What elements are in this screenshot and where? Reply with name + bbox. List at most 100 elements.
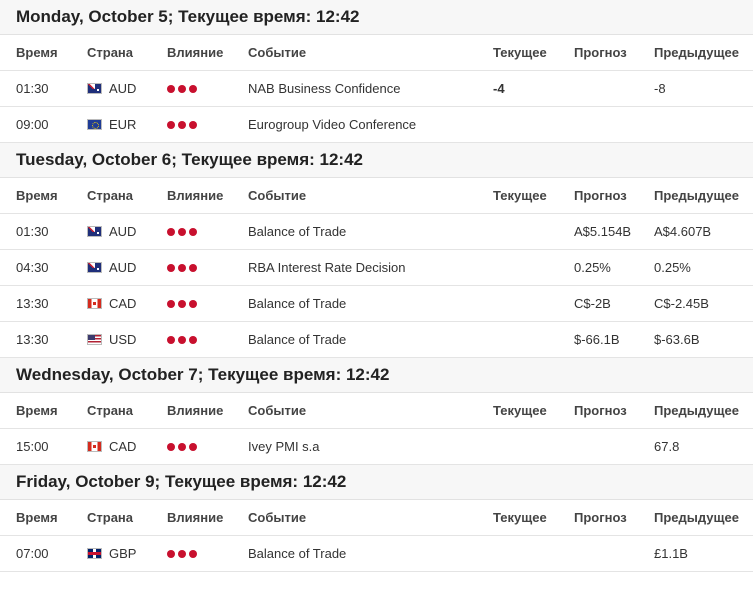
event-country: CAD (87, 286, 136, 321)
eu-flag-icon (87, 119, 102, 130)
impact-indicator (167, 107, 197, 142)
uk-flag-icon (87, 548, 102, 559)
col-event: Событие (248, 403, 307, 418)
event-row[interactable]: 01:30 AUD Balance of Trade A$5.154B A$4.… (0, 214, 753, 250)
event-name[interactable]: NAB Business Confidence (248, 71, 400, 106)
col-actual: Текущее (493, 510, 547, 525)
event-name[interactable]: Balance of Trade (248, 286, 346, 321)
event-country: AUD (87, 214, 136, 249)
impact-dot-icon (178, 263, 186, 272)
impact-indicator (167, 250, 197, 285)
event-currency: CAD (109, 439, 137, 454)
australia-flag-icon (87, 83, 102, 94)
column-header-row: Время Страна Влияние Событие Текущее Про… (0, 393, 753, 429)
impact-dot-icon (167, 442, 175, 451)
column-header-row: Время Страна Влияние Событие Текущее Про… (0, 178, 753, 214)
event-previous: 67.8 (654, 439, 680, 454)
event-currency: USD (109, 332, 137, 347)
day-section: Tuesday, October 6; Текущее время: 12:42… (0, 143, 753, 358)
col-impact: Влияние (167, 45, 224, 60)
impact-dot-icon (189, 442, 197, 451)
col-country: Страна (87, 188, 134, 203)
event-previous: -8 (654, 81, 666, 96)
impact-dot-icon (189, 263, 197, 272)
day-header: Tuesday, October 6; Текущее время: 12:42 (0, 143, 753, 178)
impact-dot-icon (178, 549, 186, 558)
event-time: 04:30 (16, 260, 49, 275)
event-currency: EUR (109, 117, 137, 132)
event-country: AUD (87, 250, 136, 285)
usa-flag-icon (87, 334, 102, 345)
col-country: Страна (87, 510, 134, 525)
impact-dot-icon (167, 299, 175, 308)
event-currency: AUD (109, 224, 137, 239)
event-row[interactable]: 04:30 AUD RBA Interest Rate Decision 0.2… (0, 250, 753, 286)
impact-dot-icon (178, 299, 186, 308)
event-row[interactable]: 13:30 CAD Balance of Trade C$-2B C$-2.45… (0, 286, 753, 322)
event-time: 01:30 (16, 224, 49, 239)
impact-indicator (167, 536, 197, 571)
col-actual: Текущее (493, 45, 547, 60)
impact-dot-icon (178, 335, 186, 344)
australia-flag-icon (87, 226, 102, 237)
event-time: 15:00 (16, 439, 49, 454)
impact-dot-icon (189, 335, 197, 344)
event-name[interactable]: Balance of Trade (248, 322, 346, 357)
col-actual: Текущее (493, 188, 547, 203)
event-time: 01:30 (16, 81, 49, 96)
col-event: Событие (248, 510, 307, 525)
event-row[interactable]: 07:00 GBP Balance of Trade £1.1B (0, 536, 753, 572)
event-name[interactable]: Balance of Trade (248, 536, 346, 571)
event-previous: $-63.6B (654, 332, 700, 347)
impact-indicator (167, 429, 197, 464)
event-row[interactable]: 01:30 AUD NAB Business Confidence -4 -8 (0, 71, 753, 107)
event-time: 13:30 (16, 296, 49, 311)
event-row[interactable]: 15:00 CAD Ivey PMI s.a 67.8 (0, 429, 753, 465)
impact-dot-icon (189, 120, 197, 129)
event-country: AUD (87, 71, 136, 106)
col-impact: Влияние (167, 510, 224, 525)
impact-dot-icon (189, 227, 197, 236)
impact-dot-icon (189, 84, 197, 93)
event-currency: GBP (109, 546, 137, 561)
col-forecast: Прогноз (574, 188, 627, 203)
event-country: USD (87, 322, 136, 357)
event-time: 07:00 (16, 546, 49, 561)
event-forecast: A$5.154B (574, 224, 632, 239)
event-row[interactable]: 13:30 USD Balance of Trade $-66.1B $-63.… (0, 322, 753, 358)
event-name[interactable]: Ivey PMI s.a (248, 429, 320, 464)
day-section: Monday, October 5; Текущее время: 12:42 … (0, 0, 753, 143)
col-time: Время (16, 510, 58, 525)
event-row[interactable]: 09:00 EUR Eurogroup Video Conference (0, 107, 753, 143)
impact-indicator (167, 286, 197, 321)
col-previous: Предыдущее (654, 510, 739, 525)
day-header: Friday, October 9; Текущее время: 12:42 (0, 465, 753, 500)
impact-dot-icon (189, 549, 197, 558)
col-impact: Влияние (167, 188, 224, 203)
event-country: EUR (87, 107, 136, 142)
impact-dot-icon (167, 263, 175, 272)
impact-dot-icon (167, 84, 175, 93)
impact-dot-icon (167, 335, 175, 344)
event-currency: AUD (109, 81, 137, 96)
event-name[interactable]: Balance of Trade (248, 214, 346, 249)
impact-dot-icon (178, 120, 186, 129)
event-currency: CAD (109, 296, 137, 311)
column-header-row: Время Страна Влияние Событие Текущее Про… (0, 35, 753, 71)
event-previous: 0.25% (654, 260, 691, 275)
col-event: Событие (248, 188, 307, 203)
day-section: Wednesday, October 7; Текущее время: 12:… (0, 358, 753, 465)
event-name[interactable]: Eurogroup Video Conference (248, 107, 416, 142)
col-previous: Предыдущее (654, 45, 739, 60)
col-impact: Влияние (167, 403, 224, 418)
impact-dot-icon (167, 227, 175, 236)
event-country: GBP (87, 536, 136, 571)
col-forecast: Прогноз (574, 403, 627, 418)
event-name[interactable]: RBA Interest Rate Decision (248, 250, 406, 285)
col-forecast: Прогноз (574, 510, 627, 525)
australia-flag-icon (87, 262, 102, 273)
event-country: CAD (87, 429, 136, 464)
col-time: Время (16, 403, 58, 418)
col-time: Время (16, 188, 58, 203)
event-time: 09:00 (16, 117, 49, 132)
